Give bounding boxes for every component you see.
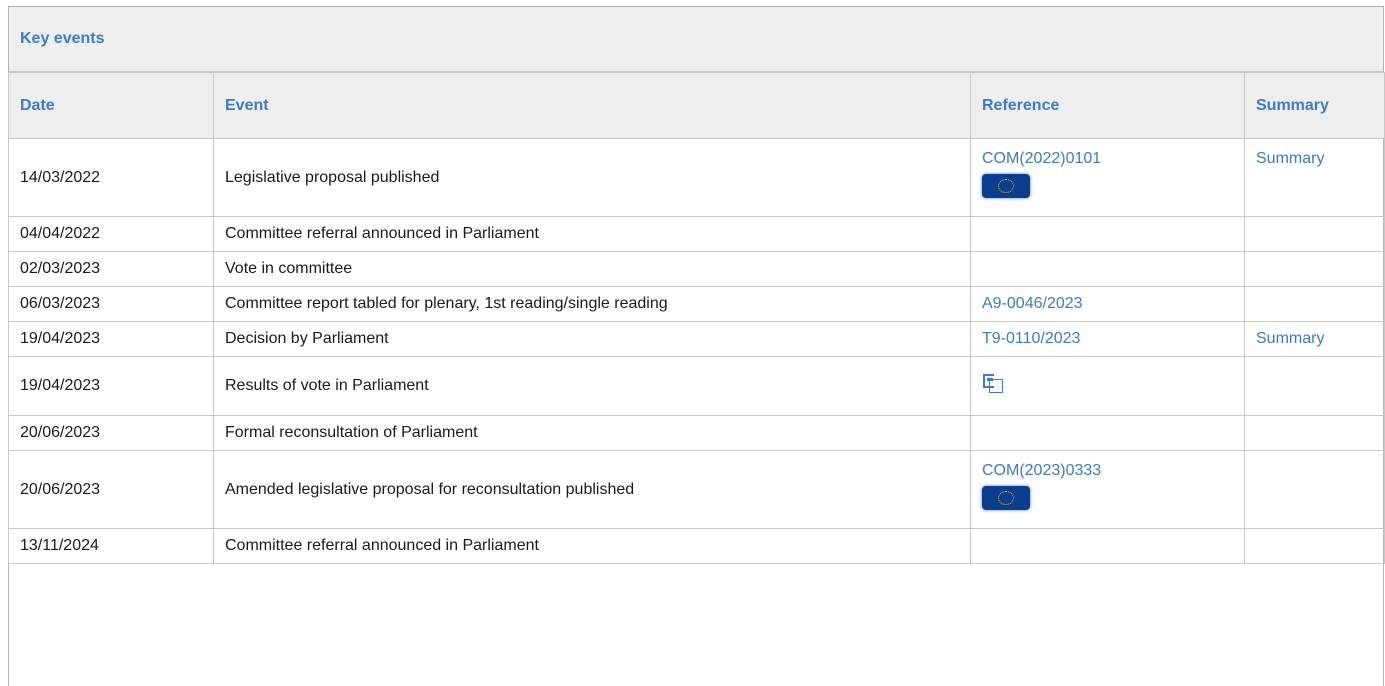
event-cell: Results of vote in Parliament [213, 356, 971, 416]
summary-cell [1244, 286, 1385, 322]
summary-cell [1244, 251, 1385, 287]
date-cell: 20/06/2023 [8, 450, 214, 529]
column-header-event: Event [213, 72, 971, 139]
reference-cell: COM(2023)0333 [970, 450, 1245, 529]
date-cell: 14/03/2022 [8, 138, 214, 217]
reference-link[interactable]: T9-0110/2023 [982, 330, 1080, 347]
summary-cell: Summary [1244, 138, 1385, 217]
event-cell: Committee referral announced in Parliame… [213, 216, 971, 252]
reference-cell: COM(2022)0101 [970, 138, 1245, 217]
summary-link[interactable]: Summary [1256, 330, 1324, 347]
vote-results-icon[interactable] [982, 373, 1004, 395]
key-events-table: Date Event Reference Summary 14/03/2022 … [8, 72, 1385, 564]
key-events-panel: Key events Date Event Reference Summary … [8, 6, 1385, 686]
reference-link[interactable]: A9-0046/2023 [982, 295, 1083, 312]
summary-cell [1244, 450, 1385, 529]
table-row: 19/04/2023 Decision by Parliament T9-011… [8, 321, 1385, 357]
column-header-summary: Summary [1244, 72, 1385, 139]
event-cell: Legislative proposal published [213, 138, 971, 217]
event-cell: Committee report tabled for plenary, 1st… [213, 286, 971, 322]
date-cell: 19/04/2023 [8, 356, 214, 416]
table-row: 13/11/2024 Committee referral announced … [8, 528, 1385, 564]
table-row: 19/04/2023 Results of vote in Parliament [8, 356, 1385, 416]
reference-link[interactable]: COM(2023)0333 [982, 462, 1101, 479]
reference-cell [970, 251, 1245, 287]
summary-cell: Summary [1244, 321, 1385, 357]
reference-cell: A9-0046/2023 [970, 286, 1245, 322]
table-row: 04/04/2022 Committee referral announced … [8, 216, 1385, 252]
event-cell: Vote in committee [213, 251, 971, 287]
reference-cell [970, 415, 1245, 451]
table-row: 02/03/2023 Vote in committee [8, 251, 1385, 287]
eu-flag-icon[interactable] [982, 486, 1030, 510]
date-cell: 06/03/2023 [8, 286, 214, 322]
column-header-date: Date [8, 72, 214, 139]
table-header-row: Date Event Reference Summary [8, 72, 1385, 139]
date-cell: 20/06/2023 [8, 415, 214, 451]
summary-cell [1244, 216, 1385, 252]
date-cell: 19/04/2023 [8, 321, 214, 357]
panel-title: Key events [20, 30, 105, 47]
column-header-reference: Reference [970, 72, 1245, 139]
date-cell: 13/11/2024 [8, 528, 214, 564]
reference-cell: T9-0110/2023 [970, 321, 1245, 357]
table-row: 06/03/2023 Committee report tabled for p… [8, 286, 1385, 322]
event-cell: Committee referral announced in Parliame… [213, 528, 971, 564]
event-cell: Amended legislative proposal for reconsu… [213, 450, 971, 529]
panel-header: Key events [9, 7, 1383, 72]
date-cell: 04/04/2022 [8, 216, 214, 252]
summary-cell [1244, 356, 1385, 416]
reference-cell [970, 216, 1245, 252]
table-row: 14/03/2022 Legislative proposal publishe… [8, 138, 1385, 217]
summary-link[interactable]: Summary [1256, 150, 1324, 167]
date-cell: 02/03/2023 [8, 251, 214, 287]
summary-cell [1244, 528, 1385, 564]
table-row: 20/06/2023 Formal reconsultation of Parl… [8, 415, 1385, 451]
reference-cell [970, 356, 1245, 416]
table-row: 20/06/2023 Amended legislative proposal … [8, 450, 1385, 529]
eu-flag-icon[interactable] [982, 174, 1030, 198]
event-cell: Formal reconsultation of Parliament [213, 415, 971, 451]
reference-cell [970, 528, 1245, 564]
summary-cell [1244, 415, 1385, 451]
reference-link[interactable]: COM(2022)0101 [982, 150, 1101, 167]
event-cell: Decision by Parliament [213, 321, 971, 357]
